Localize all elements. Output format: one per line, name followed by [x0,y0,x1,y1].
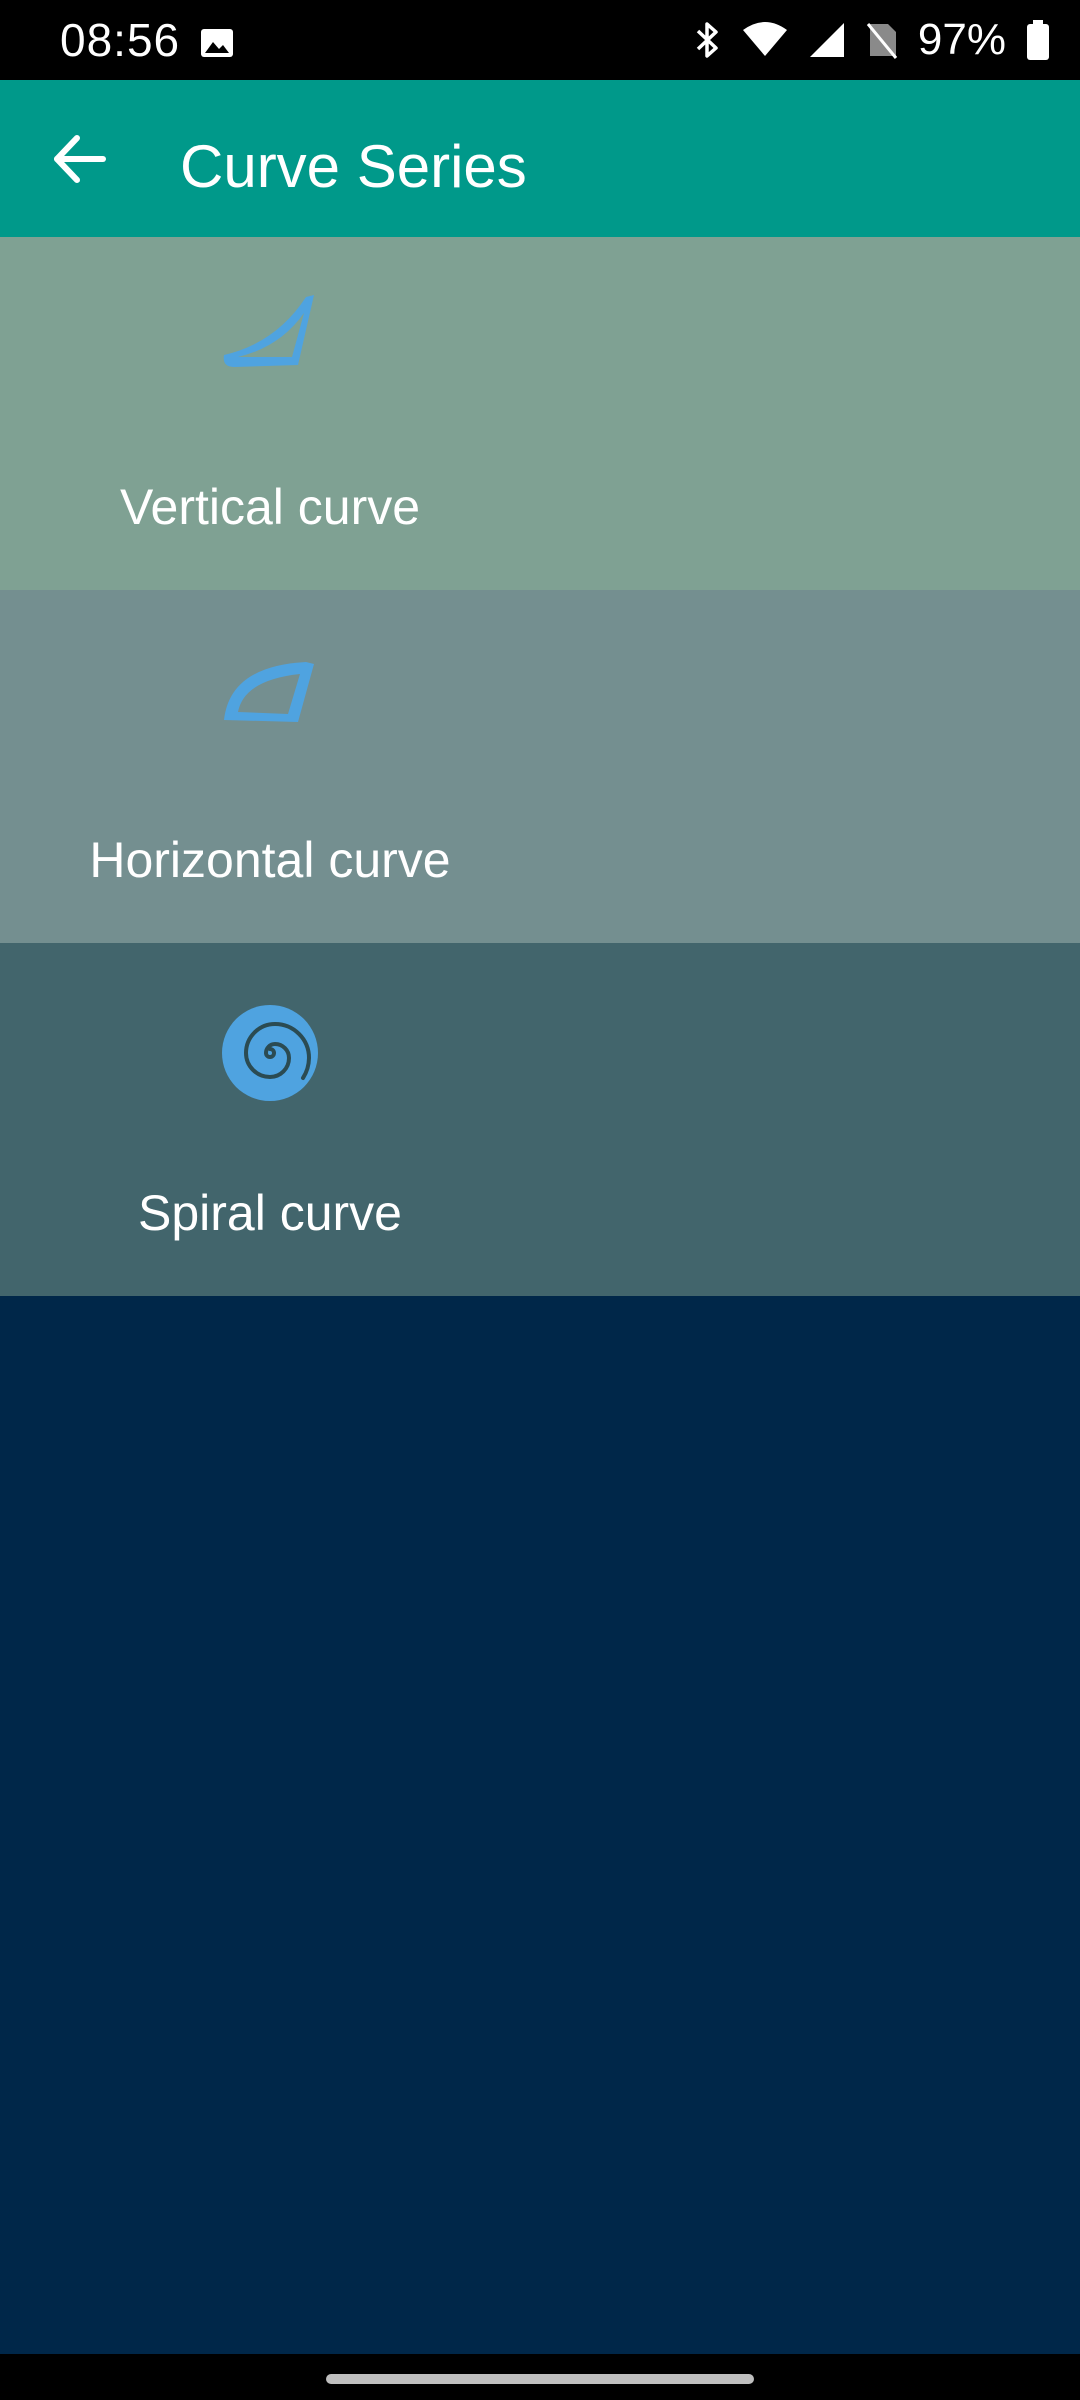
status-icons: 97% [694,14,1050,66]
app-bar: Curve Series [0,80,1080,237]
item-label: Horizontal curve [89,832,451,888]
screen: 08:56 97% Curve Series Vertical curve Ho… [0,0,1080,2400]
curve-list: Vertical curve Horizontal curve Spiral c… [0,237,1080,1296]
vertical-curve-icon [223,295,314,367]
no-sim-icon [866,23,898,59]
list-item-vertical-curve[interactable]: Vertical curve [0,237,1080,590]
arrow-back-icon [54,135,106,183]
gallery-icon [201,29,233,57]
status-bar: 08:56 97% [0,0,1080,80]
battery-icon [1027,20,1049,60]
item-label: Vertical curve [119,479,421,535]
cell-signal-icon [809,23,844,57]
home-gesture-handle[interactable] [326,2374,754,2384]
back-button[interactable] [40,120,118,198]
list-item-horizontal-curve[interactable]: Horizontal curve [0,590,1080,943]
page-title: Curve Series [180,133,527,200]
item-label: Spiral curve [138,1185,402,1241]
status-time: 08:56 [60,14,181,66]
list-item-spiral-curve[interactable]: Spiral curve [0,943,1080,1296]
wifi-icon [742,22,787,56]
spiral-curve-icon [222,1005,318,1101]
bluetooth-icon [696,22,718,58]
horizontal-curve-icon [224,662,314,722]
battery-percent: 97% [917,15,1006,64]
navigation-bar [0,2354,1080,2400]
